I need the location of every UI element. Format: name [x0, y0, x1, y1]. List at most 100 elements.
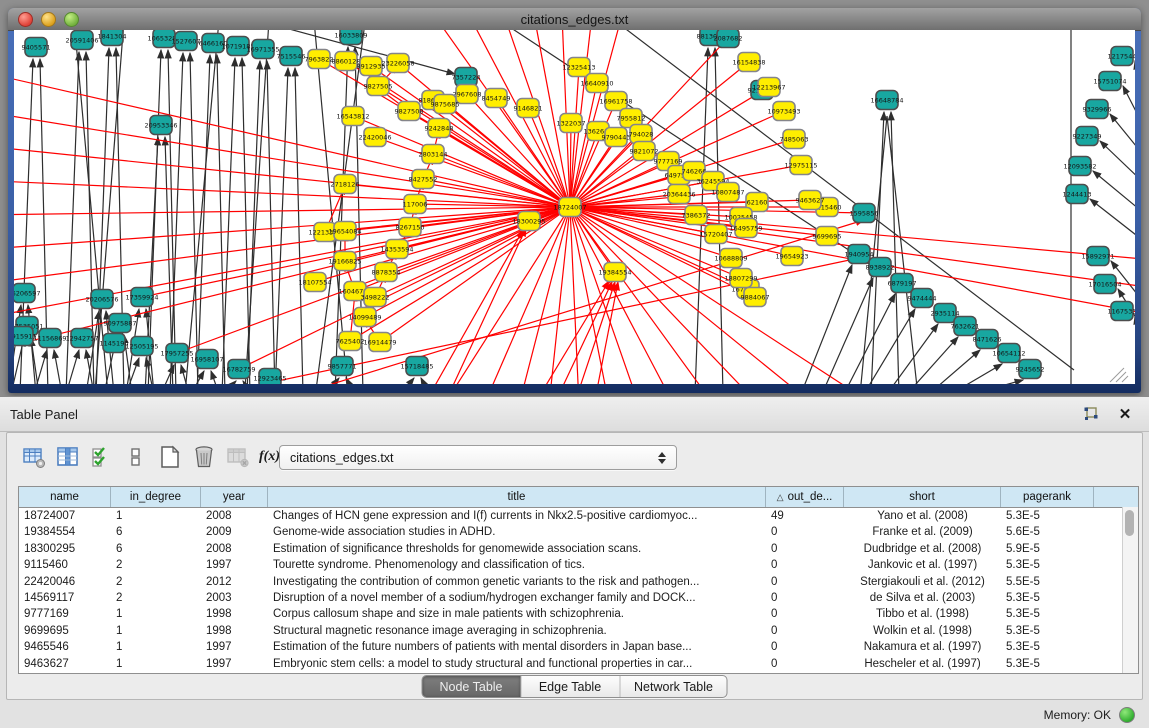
- column-header-outde[interactable]: △out_de...: [766, 487, 844, 507]
- tab-node-table[interactable]: Node Table: [422, 676, 521, 697]
- table-cell: 0: [766, 524, 844, 540]
- svg-text:2935114: 2935114: [931, 310, 960, 318]
- table-cell: 9777169: [19, 606, 111, 622]
- table-row[interactable]: 946554611997Estimation of the future num…: [19, 639, 1138, 655]
- column-header-title[interactable]: title: [268, 487, 766, 507]
- table-cell: Franke et al. (2009): [844, 524, 1001, 540]
- svg-text:12942757: 12942757: [65, 335, 98, 343]
- svg-text:10807487: 10807487: [711, 189, 744, 197]
- table-tabs: Node TableEdge TableNetwork Table: [421, 675, 728, 698]
- svg-text:14099489: 14099489: [348, 314, 381, 322]
- svg-text:9777169: 9777169: [654, 158, 683, 166]
- minimize-window-button[interactable]: [41, 12, 56, 27]
- svg-text:1322037: 1322037: [557, 120, 586, 128]
- table-cell: 18300295: [19, 541, 111, 557]
- delete-table-icon[interactable]: [225, 444, 251, 470]
- vertical-scrollbar[interactable]: [1122, 507, 1138, 673]
- table-row[interactable]: 911546021997Tourette syndrome. Phenomeno…: [19, 557, 1138, 573]
- svg-text:18300295: 18300295: [512, 218, 545, 226]
- table-row[interactable]: 969969511998Structural magnetic resonanc…: [19, 623, 1138, 639]
- svg-text:12975115: 12975115: [784, 162, 817, 170]
- svg-text:3498222: 3498222: [361, 294, 390, 302]
- svg-text:16914479: 16914479: [363, 339, 396, 347]
- column-header-indegree[interactable]: in_degree: [111, 487, 201, 507]
- table-body: 1872400712008Changes of HCN gene express…: [19, 508, 1138, 672]
- svg-text:12325413: 12325413: [562, 64, 595, 72]
- table-row[interactable]: 1830029562008Estimation of significance …: [19, 541, 1138, 557]
- svg-text:117006: 117006: [403, 201, 428, 209]
- table-cell: 9699695: [19, 623, 111, 639]
- svg-text:16033809: 16033809: [334, 32, 367, 40]
- delete-column-icon[interactable]: [191, 444, 217, 470]
- table-cell: 9465546: [19, 639, 111, 655]
- float-panel-icon[interactable]: [1081, 404, 1101, 424]
- close-panel-icon[interactable]: ✕: [1115, 404, 1135, 424]
- network-window[interactable]: citations_edges.txt 94055712059140618413…: [8, 8, 1141, 393]
- network-graph: 9405571205914061841304106532871527607646…: [14, 30, 1135, 384]
- close-window-button[interactable]: [18, 12, 33, 27]
- table-cell: Estimation of significance thresholds fo…: [268, 541, 766, 557]
- window-title-bar[interactable]: citations_edges.txt: [8, 8, 1141, 31]
- table-cell: Yano et al. (2008): [844, 508, 1001, 524]
- select-all-icon[interactable]: [89, 444, 115, 470]
- table-row[interactable]: 1872400712008Changes of HCN gene express…: [19, 508, 1138, 524]
- svg-text:16782759: 16782759: [222, 366, 255, 374]
- function-builder-icon[interactable]: f(x): [259, 449, 280, 465]
- table-cell: 0: [766, 541, 844, 557]
- svg-text:9884067: 9884067: [741, 294, 770, 302]
- svg-text:9245652: 9245652: [1016, 366, 1045, 374]
- svg-text:90975887: 90975887: [103, 320, 136, 328]
- node-table: namein_degreeyeartitle△out_de...shortpag…: [18, 486, 1139, 674]
- svg-text:18107554: 18107554: [298, 279, 331, 287]
- table-cell: 5.3E-5: [1001, 508, 1094, 524]
- svg-text:20206576: 20206576: [85, 296, 118, 304]
- clear-selection-icon[interactable]: [123, 444, 149, 470]
- column-header-pagerank[interactable]: pagerank: [1001, 487, 1094, 507]
- svg-text:62160: 62160: [747, 199, 768, 207]
- table-cell: Hescheler et al. (1997): [844, 656, 1001, 672]
- column-header-short[interactable]: short: [844, 487, 1001, 507]
- show-columns-icon[interactable]: [55, 444, 81, 470]
- svg-text:22420046: 22420046: [358, 134, 391, 142]
- svg-text:14353594: 14353594: [380, 246, 413, 254]
- svg-text:19384554: 19384554: [598, 269, 631, 277]
- table-row[interactable]: 977716911998Corpus callosum shape and si…: [19, 606, 1138, 622]
- svg-text:1217544: 1217544: [1108, 53, 1135, 61]
- table-row[interactable]: 946362711997Embryonic stem cells: a mode…: [19, 656, 1138, 672]
- memory-status-label: Memory: OK: [1044, 708, 1111, 722]
- table-cell: 49: [766, 508, 844, 524]
- table-cell: 0: [766, 574, 844, 590]
- svg-text:2087682: 2087682: [714, 35, 743, 43]
- column-header-name[interactable]: name: [19, 487, 111, 507]
- svg-text:7357224: 7357224: [452, 74, 481, 82]
- table-cell: 1: [111, 606, 201, 622]
- table-cell: 5.9E-5: [1001, 541, 1094, 557]
- svg-text:9875685: 9875685: [431, 101, 460, 109]
- zoom-window-button[interactable]: [64, 12, 79, 27]
- tab-network-table[interactable]: Network Table: [620, 676, 727, 697]
- svg-text:1145190: 1145190: [100, 340, 129, 348]
- column-header-year[interactable]: year: [201, 487, 268, 507]
- table-cell: 1998: [201, 606, 268, 622]
- svg-text:16154838: 16154838: [732, 59, 765, 67]
- table-row[interactable]: 2242004622012Investigating the contribut…: [19, 574, 1138, 590]
- svg-text:9857771: 9857771: [328, 363, 357, 371]
- table-cell: 1997: [201, 656, 268, 672]
- svg-text:15892971: 15892971: [1081, 253, 1114, 261]
- network-canvas[interactable]: 9405571205914061841304106532871527607646…: [14, 30, 1135, 384]
- table-settings-icon[interactable]: [21, 444, 47, 470]
- svg-text:19654084: 19654084: [328, 228, 361, 236]
- svg-text:20953346: 20953346: [144, 122, 177, 130]
- svg-text:8878354: 8878354: [372, 269, 401, 277]
- table-panel-body: f(x) citations_edges.txt namein_degreeye…: [6, 432, 1143, 700]
- table-row[interactable]: 1456911722003Disruption of a novel membe…: [19, 590, 1138, 606]
- new-column-icon[interactable]: [157, 444, 183, 470]
- svg-text:15718485: 15718485: [400, 363, 433, 371]
- table-row[interactable]: 1938455462009Genome-wide association stu…: [19, 524, 1138, 540]
- table-header-row: namein_degreeyeartitle△out_de...shortpag…: [19, 487, 1138, 508]
- tab-edge-table[interactable]: Edge Table: [521, 676, 620, 697]
- svg-text:16961758: 16961758: [599, 98, 632, 106]
- scrollbar-thumb[interactable]: [1125, 510, 1134, 536]
- table-cell: 5.5E-5: [1001, 574, 1094, 590]
- table-selector-dropdown[interactable]: citations_edges.txt: [279, 445, 677, 470]
